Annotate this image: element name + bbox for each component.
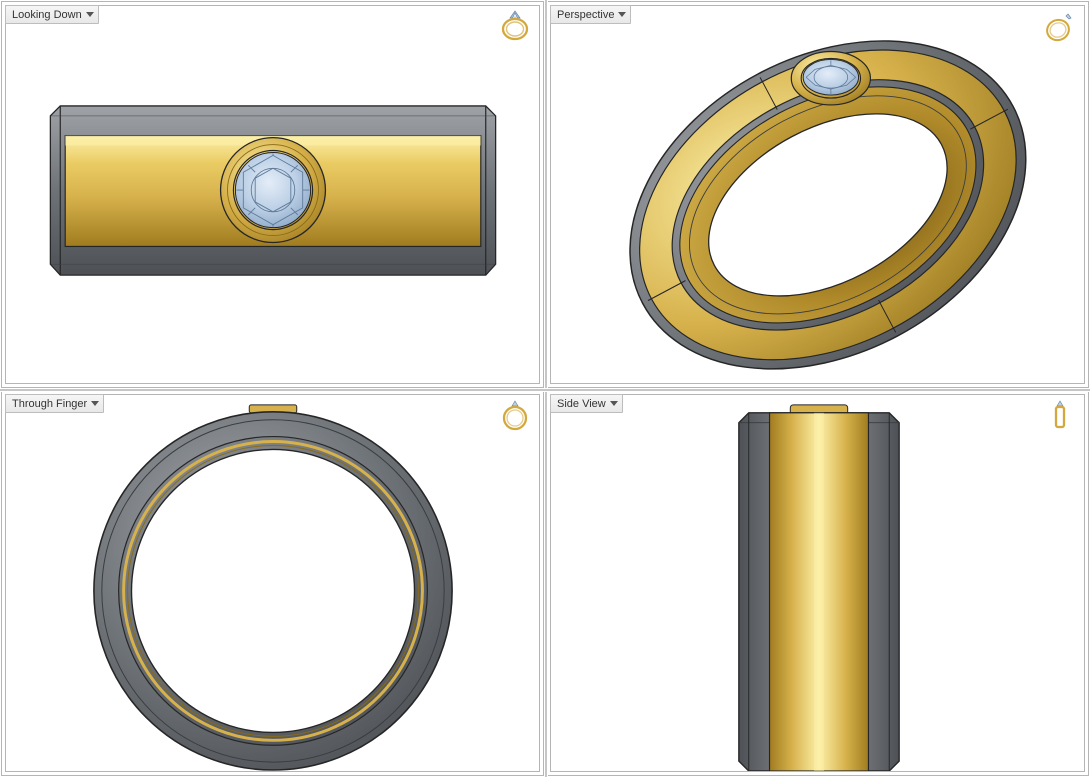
orientation-icon[interactable]	[499, 10, 531, 42]
scene-side-view	[545, 389, 1090, 777]
orientation-icon[interactable]	[1044, 399, 1076, 431]
view-label-text: Side View	[557, 398, 606, 410]
chevron-down-icon	[610, 401, 618, 406]
scene-through-finger	[0, 389, 545, 777]
view-label-text: Perspective	[557, 9, 614, 21]
view-label-text: Through Finger	[12, 398, 87, 410]
view-label-text: Looking Down	[12, 9, 82, 21]
viewport-divider-horizontal[interactable]	[0, 388, 1090, 392]
viewport-looking-down[interactable]: Looking Down	[0, 0, 545, 389]
view-label-button[interactable]: Through Finger	[5, 394, 104, 413]
scene-perspective	[545, 0, 1090, 389]
view-label-button[interactable]: Side View	[550, 394, 623, 413]
chevron-down-icon	[618, 12, 626, 17]
view-label-button[interactable]: Looking Down	[5, 5, 99, 24]
scene-looking-down	[0, 0, 545, 389]
chevron-down-icon	[91, 401, 99, 406]
viewport-perspective[interactable]: Perspective	[545, 0, 1090, 389]
orientation-icon[interactable]	[499, 399, 531, 431]
viewport-through-finger[interactable]: Through Finger	[0, 389, 545, 777]
orientation-icon[interactable]	[1044, 10, 1076, 42]
viewport-side-view[interactable]: Side View	[545, 389, 1090, 777]
view-label-button[interactable]: Perspective	[550, 5, 631, 24]
chevron-down-icon	[86, 12, 94, 17]
